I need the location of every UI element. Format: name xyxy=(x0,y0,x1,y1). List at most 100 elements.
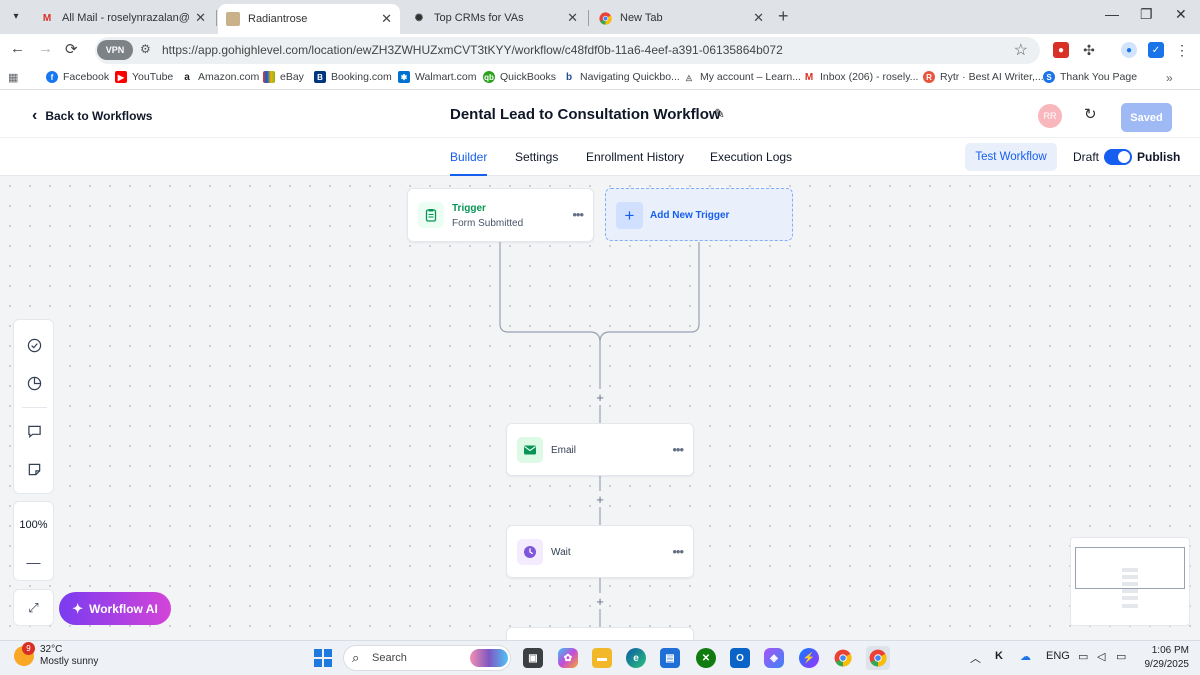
vpn-badge[interactable]: VPN xyxy=(97,40,133,60)
zoom-level[interactable]: 100% xyxy=(14,519,53,531)
minimap-node xyxy=(1122,582,1138,586)
more-options-icon[interactable]: ••• xyxy=(672,442,684,457)
tab-top-crms[interactable]: ✺ Top CRMs for VAs ✕ xyxy=(404,4,586,32)
bookmark-rytr[interactable]: R Rytr · Best AI Writer,... xyxy=(923,71,1044,83)
sticky-note-icon[interactable] xyxy=(26,461,42,477)
close-tab-icon[interactable]: ✕ xyxy=(567,10,578,26)
bookmark-inbox[interactable]: M Inbox (206) - rosely... xyxy=(803,71,918,83)
messenger-icon[interactable]: ⚡ xyxy=(799,648,819,668)
clock[interactable]: 1:06 PM 9/29/2025 xyxy=(1141,644,1190,672)
bookmark-walmart[interactable]: ✱ Walmart.com xyxy=(398,71,476,83)
workflow-canvas[interactable]: + + + Trigger Form Submitted ••• + Add N… xyxy=(0,176,1200,640)
page-title: Dental Lead to Consultation Workflow xyxy=(450,106,721,123)
tab-search-button[interactable]: ▾ xyxy=(6,6,26,26)
store-icon[interactable]: ▤ xyxy=(660,648,680,668)
comment-icon[interactable] xyxy=(26,423,42,439)
extensions-icon[interactable]: ✣ xyxy=(1081,42,1097,58)
more-options-icon[interactable]: ••• xyxy=(672,544,684,559)
bookmark-quickbooks[interactable]: qb QuickBooks xyxy=(483,71,556,83)
profile-icon[interactable]: ● xyxy=(1121,42,1137,58)
chevron-up-icon[interactable]: ︿ xyxy=(970,650,981,666)
site-info-icon[interactable]: ⚙ xyxy=(140,42,151,56)
close-window-button[interactable]: ✕ xyxy=(1175,6,1187,23)
test-workflow-button[interactable]: Test Workflow xyxy=(965,143,1057,171)
vpn-shield-icon[interactable]: ✓ xyxy=(1148,42,1164,58)
bookmark-ebay[interactable]: eBay xyxy=(263,71,304,83)
close-tab-icon[interactable]: ✕ xyxy=(753,10,764,26)
ai-app-icon[interactable]: ◈ xyxy=(764,648,784,668)
trigger-node[interactable]: Trigger Form Submitted ••• xyxy=(407,188,594,242)
bookmark-thank-you-page[interactable]: S Thank You Page xyxy=(1043,71,1137,83)
saved-button[interactable]: Saved xyxy=(1121,103,1172,132)
close-tab-icon[interactable]: ✕ xyxy=(381,11,392,27)
outlook-icon[interactable]: O xyxy=(730,648,750,668)
wait-action-node[interactable]: Wait ••• xyxy=(506,525,694,578)
close-tab-icon[interactable]: ✕ xyxy=(195,10,206,26)
fit-view-icon[interactable]: ⤢ xyxy=(13,589,54,626)
volume-icon[interactable]: ◁ xyxy=(1097,650,1105,663)
weather-widget[interactable]: 9 32°C Mostly sunny xyxy=(14,642,98,668)
bookmark-facebook[interactable]: f Facebook xyxy=(46,71,109,83)
validate-check-icon[interactable] xyxy=(26,337,42,353)
minimap[interactable] xyxy=(1070,537,1190,626)
omnibox[interactable]: VPN ⚙ https://app.gohighlevel.com/locati… xyxy=(95,37,1040,64)
start-button[interactable] xyxy=(314,649,332,667)
add-new-trigger-button[interactable]: + Add New Trigger xyxy=(605,188,793,241)
tab-settings[interactable]: Settings xyxy=(515,150,558,164)
add-action-button[interactable]: + xyxy=(592,593,608,609)
bookmark-navigating-quickbooks[interactable]: b Navigating Quickbo... xyxy=(563,71,680,83)
more-bookmarks-icon[interactable]: » xyxy=(1166,71,1173,85)
email-action-node[interactable]: Email ••• xyxy=(506,423,694,476)
bookmark-youtube[interactable]: ▶ YouTube xyxy=(115,71,173,83)
xbox-icon[interactable]: ✕ xyxy=(696,648,716,668)
bookmark-my-account[interactable]: ◬ My account – Learn... xyxy=(683,71,801,83)
url-text[interactable]: https://app.gohighlevel.com/location/ewZ… xyxy=(162,43,783,57)
edge-icon[interactable]: e xyxy=(626,648,646,668)
bookmark-booking[interactable]: B Booking.com xyxy=(314,71,392,83)
tab-builder[interactable]: Builder xyxy=(450,150,488,176)
back-to-workflows-link[interactable]: ‹ Back to Workflows xyxy=(32,107,152,125)
task-view-icon[interactable]: ▣ xyxy=(523,648,543,668)
next-action-node[interactable] xyxy=(506,627,694,640)
add-action-button[interactable]: + xyxy=(592,389,608,405)
avatar[interactable]: RR xyxy=(1038,104,1062,128)
file-explorer-icon[interactable]: ▬ xyxy=(592,648,612,668)
reload-icon[interactable]: ⟳ xyxy=(65,40,78,58)
zoom-out-button[interactable]: — xyxy=(14,554,53,570)
adblock-extension-icon[interactable]: ● xyxy=(1053,42,1069,58)
version-history-icon[interactable]: ↻ xyxy=(1084,105,1097,123)
battery-icon[interactable]: ▭ xyxy=(1116,650,1126,663)
bookmark-site-icon: S xyxy=(1043,71,1055,83)
cloud-icon[interactable]: ☁ xyxy=(1020,650,1031,663)
edit-title-icon[interactable]: ✎ xyxy=(714,106,725,122)
chrome-icon[interactable] xyxy=(833,648,853,668)
stats-pie-icon[interactable] xyxy=(26,375,42,391)
copilot-icon[interactable]: ✿ xyxy=(558,648,578,668)
sparkle-icon: ✦ xyxy=(72,600,84,616)
add-action-button[interactable]: + xyxy=(592,491,608,507)
minimap-node xyxy=(1122,604,1138,608)
tab-new-tab[interactable]: New Tab ✕ xyxy=(590,4,772,32)
back-icon[interactable]: ← xyxy=(10,40,25,57)
tab-enrollment-history[interactable]: Enrollment History xyxy=(586,150,684,164)
bookmark-amazon[interactable]: a Amazon.com xyxy=(181,71,259,83)
restore-button[interactable]: ❐ xyxy=(1140,6,1153,23)
apps-icon[interactable]: ▦ xyxy=(8,71,18,84)
minimize-button[interactable]: — xyxy=(1105,6,1119,22)
browser-menu-icon[interactable]: ⋮ xyxy=(1174,42,1190,58)
bookmark-star-icon[interactable]: ☆ xyxy=(1014,40,1028,60)
tab-execution-logs[interactable]: Execution Logs xyxy=(710,150,792,164)
monitor-icon[interactable]: ▭ xyxy=(1078,650,1088,663)
more-options-icon[interactable]: ••• xyxy=(572,207,584,222)
forward-icon[interactable]: → xyxy=(38,40,53,57)
language-indicator[interactable]: ENG xyxy=(1046,650,1070,662)
chevron-left-icon: ‹ xyxy=(32,107,38,124)
k-app-icon[interactable]: K xyxy=(995,650,1003,662)
new-tab-button[interactable]: + xyxy=(778,6,789,27)
taskbar-search[interactable]: ⌕ Search xyxy=(343,645,511,671)
workflow-ai-button[interactable]: ✦ Workflow AI xyxy=(59,592,171,625)
publish-toggle[interactable] xyxy=(1104,149,1132,165)
tab-gmail[interactable]: M All Mail - roselynrazalan@gmai ✕ xyxy=(32,4,214,32)
tab-radiantrose[interactable]: Radiantrose ✕ xyxy=(218,4,400,34)
chrome-active-icon[interactable] xyxy=(866,646,890,670)
